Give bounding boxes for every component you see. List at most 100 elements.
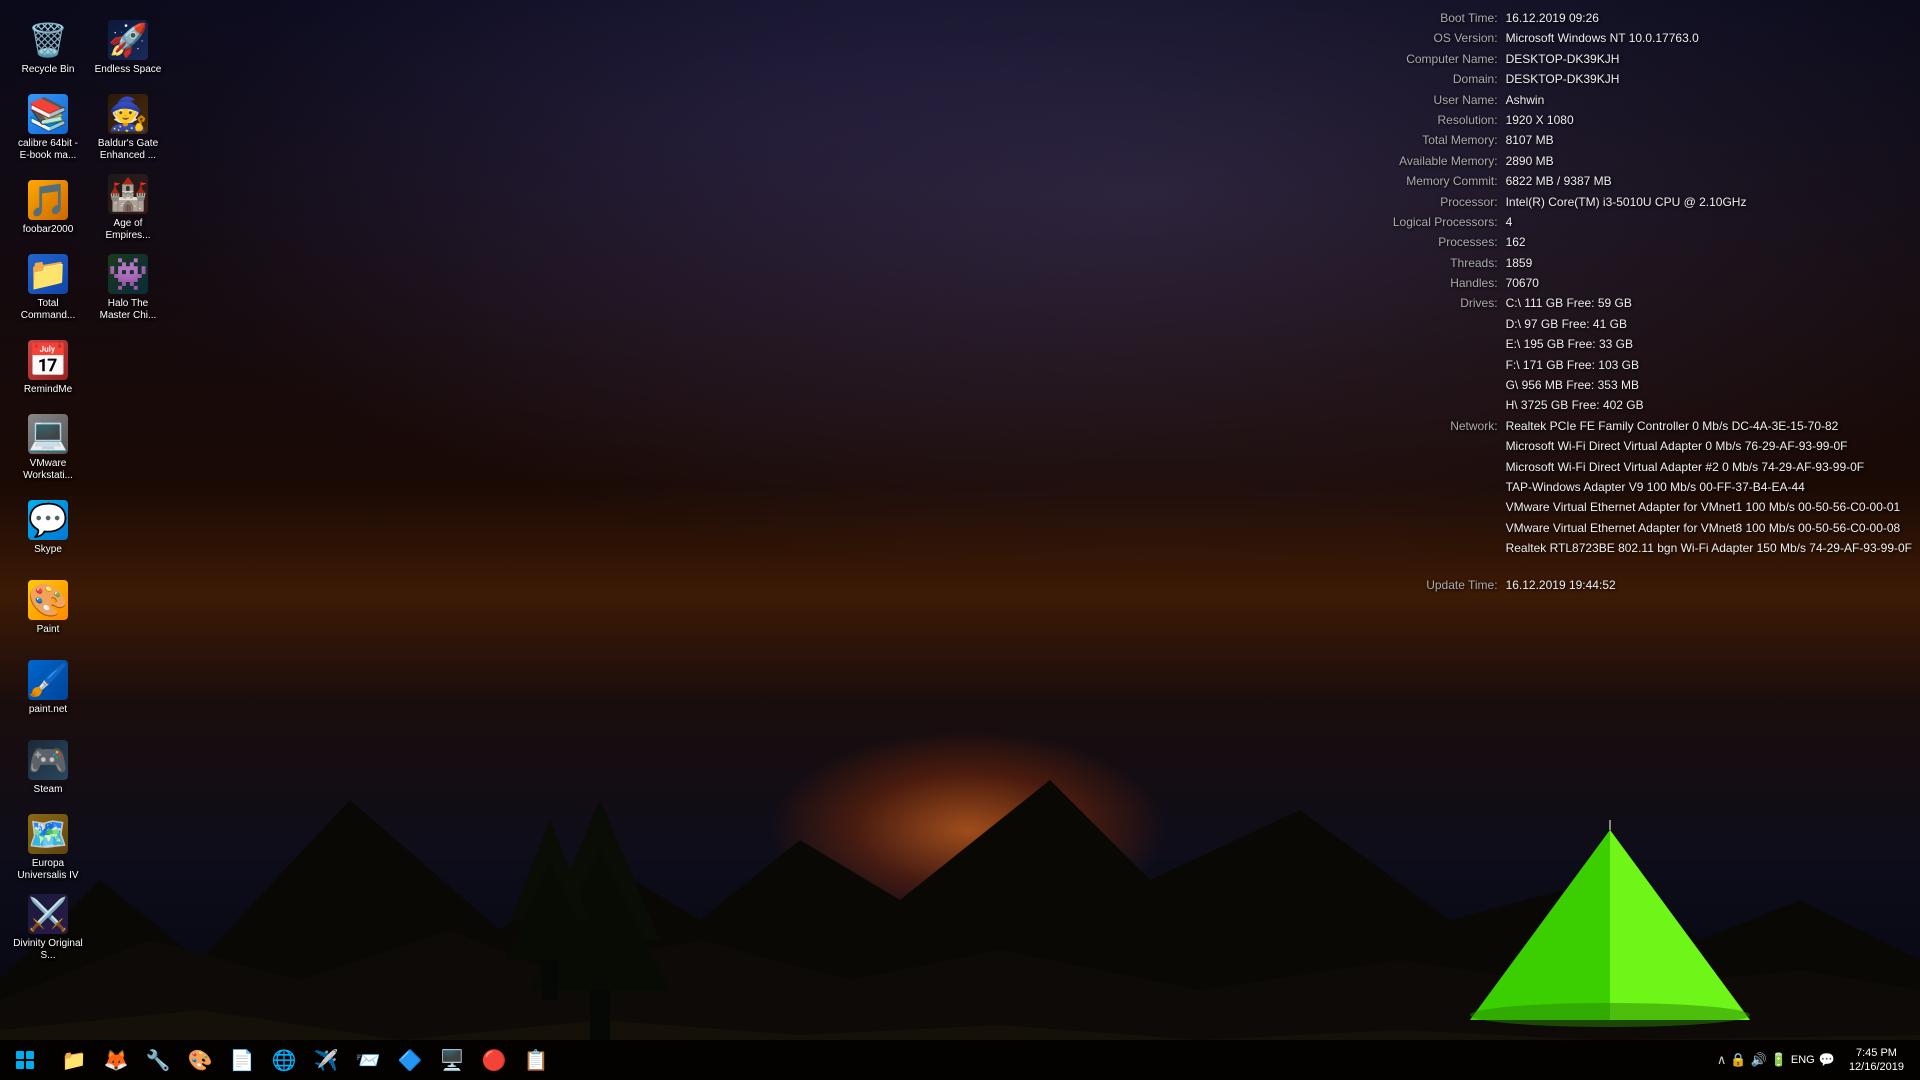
desktop-icon-europa-universalis[interactable]: 🗺️ Europa Universalis IV <box>8 808 88 888</box>
boot-time-label: Boot Time: <box>1328 8 1498 28</box>
domain-label: Domain: <box>1328 69 1498 89</box>
tray-language[interactable]: ENG <box>1791 1054 1815 1066</box>
desktop-icon-baldurs-gate[interactable]: 🧙 Baldur's Gate Enhanced ... <box>88 88 168 168</box>
desktop-icon-steam[interactable]: 🎮 Steam <box>8 728 88 808</box>
taskbar-tools[interactable]: 🔧 <box>138 1040 178 1080</box>
resolution-label: Resolution: <box>1328 110 1498 130</box>
network-entry: VMware Virtual Ethernet Adapter for VMne… <box>1506 497 1912 517</box>
icon-image-vmware: 💻 <box>28 414 68 454</box>
update-time-label: Update Time: <box>1328 575 1498 595</box>
start-button[interactable] <box>0 1040 50 1080</box>
os-version-value: Microsoft Windows NT 10.0.17763.0 <box>1506 28 1699 48</box>
icon-image-total-commander: 📁 <box>28 254 68 294</box>
update-time-value: 16.12.2019 19:44:52 <box>1506 575 1616 595</box>
tray-notifications[interactable]: 💬 <box>1819 1052 1835 1068</box>
desktop-icon-endless-space[interactable]: 🚀 Endless Space <box>88 8 168 88</box>
icon-label-paint: Paint <box>37 624 60 636</box>
icon-label-foobar2000: foobar2000 <box>23 224 74 236</box>
desktop-icon-halo[interactable]: 👾 Halo The Master Chi... <box>88 248 168 328</box>
drive-entry: F:\ 171 GB Free: 103 GB <box>1506 355 1644 375</box>
icon-label-baldurs-gate: Baldur's Gate Enhanced ... <box>92 138 164 162</box>
desktop-icons: 🗑️ Recycle Bin 📚 calibre 64bit - E-book … <box>0 0 176 1040</box>
icon-label-remindme: RemindMe <box>24 384 72 396</box>
tray-battery[interactable]: 🔋 <box>1771 1052 1787 1068</box>
desktop-icon-skype[interactable]: 💬 Skype <box>8 488 88 568</box>
network-label: Network: <box>1328 416 1498 559</box>
desktop-icon-age-of-empires[interactable]: 🏰 Age of Empires... <box>88 168 168 248</box>
taskbar-firefox[interactable]: 🦊 <box>96 1040 136 1080</box>
desktop-icon-divinity-original[interactable]: ⚔️ Divinity Original S... <box>8 888 88 968</box>
desktop: 🗑️ Recycle Bin 📚 calibre 64bit - E-book … <box>0 0 1920 1080</box>
taskbar-word[interactable]: 📄 <box>222 1040 262 1080</box>
icon-label-recycle-bin: Recycle Bin <box>22 64 75 76</box>
icon-image-paintnet: 🖌️ <box>28 660 68 700</box>
drive-entry: G\ 956 MB Free: 353 MB <box>1506 375 1644 395</box>
tree-silhouettes <box>500 790 700 1040</box>
handles-value: 70670 <box>1506 273 1539 293</box>
taskbar-icons: 📁 🦊 🔧 🎨 📄 🌐 ✈️ 📨 🔷 🖥️ 🔴 📋 <box>50 1040 560 1080</box>
taskbar-mail[interactable]: 📨 <box>348 1040 388 1080</box>
network-entry: Microsoft Wi-Fi Direct Virtual Adapter #… <box>1506 457 1912 477</box>
drive-entry: D:\ 97 GB Free: 41 GB <box>1506 314 1644 334</box>
icon-label-total-commander: Total Command... <box>12 298 84 322</box>
memory-commit-label: Memory Commit: <box>1328 171 1498 191</box>
tray-network[interactable]: 🔒 <box>1730 1052 1746 1068</box>
network-entry: Realtek RTL8723BE 802.11 bgn Wi-Fi Adapt… <box>1506 538 1912 558</box>
domain-value: DESKTOP-DK39KJH <box>1506 69 1620 89</box>
taskbar: 📁 🦊 🔧 🎨 📄 🌐 ✈️ 📨 🔷 🖥️ 🔴 📋 ∧ 🔒 🔊 🔋 ENG 💬 <box>0 1040 1920 1080</box>
processor-value: Intel(R) Core(TM) i3-5010U CPU @ 2.10GHz <box>1506 192 1747 212</box>
drives-value: C:\ 111 GB Free: 59 GBD:\ 97 GB Free: 41… <box>1506 293 1644 415</box>
desktop-icon-foobar2000[interactable]: 🎵 foobar2000 <box>8 168 88 248</box>
icon-image-recycle-bin: 🗑️ <box>28 20 68 60</box>
threads-value: 1859 <box>1506 253 1533 273</box>
computer-name-label: Computer Name: <box>1328 49 1498 69</box>
processes-label: Processes: <box>1328 232 1498 252</box>
taskbar-file-explorer[interactable]: 📁 <box>54 1040 94 1080</box>
desktop-icon-recycle-bin[interactable]: 🗑️ Recycle Bin <box>8 8 88 88</box>
icon-image-europa-universalis: 🗺️ <box>28 814 68 854</box>
total-memory-label: Total Memory: <box>1328 130 1498 150</box>
icon-label-europa-universalis: Europa Universalis IV <box>12 858 84 882</box>
desktop-icon-remindme[interactable]: 📅 RemindMe <box>8 328 88 408</box>
tray-chevron[interactable]: ∧ <box>1717 1052 1727 1068</box>
system-tray: ∧ 🔒 🔊 🔋 ENG 💬 <box>1717 1052 1835 1068</box>
taskbar-telegram[interactable]: ✈️ <box>306 1040 346 1080</box>
icon-label-halo: Halo The Master Chi... <box>92 298 164 322</box>
drive-entry: H\ 3725 GB Free: 402 GB <box>1506 395 1644 415</box>
icon-image-age-of-empires: 🏰 <box>108 174 148 214</box>
icon-image-calibre: 📚 <box>28 94 68 134</box>
clock[interactable]: 7:45 PM 12/16/2019 <box>1841 1046 1912 1075</box>
taskbar-screen[interactable]: 🖥️ <box>432 1040 472 1080</box>
desktop-icon-paintnet[interactable]: 🖌️ paint.net <box>8 648 88 728</box>
user-name-label: User Name: <box>1328 90 1498 110</box>
memory-commit-value: 6822 MB / 9387 MB <box>1506 171 1612 191</box>
os-version-label: OS Version: <box>1328 28 1498 48</box>
icon-image-baldurs-gate: 🧙 <box>108 94 148 134</box>
total-memory-value: 8107 MB <box>1506 130 1554 150</box>
taskbar-edge[interactable]: 🌐 <box>264 1040 304 1080</box>
desktop-icon-total-commander[interactable]: 📁 Total Command... <box>8 248 88 328</box>
taskbar-right: ∧ 🔒 🔊 🔋 ENG 💬 7:45 PM 12/16/2019 <box>1717 1046 1920 1075</box>
desktop-icon-calibre[interactable]: 📚 calibre 64bit - E-book ma... <box>8 88 88 168</box>
resolution-value: 1920 X 1080 <box>1506 110 1574 130</box>
taskbar-red-app[interactable]: 🔴 <box>474 1040 514 1080</box>
windows-logo-icon <box>16 1051 34 1069</box>
taskbar-clipboard[interactable]: 📋 <box>516 1040 556 1080</box>
tray-speakers[interactable]: 🔊 <box>1751 1052 1767 1068</box>
desktop-icon-paint[interactable]: 🎨 Paint <box>8 568 88 648</box>
icon-image-divinity-original: ⚔️ <box>28 894 68 934</box>
logical-processors-label: Logical Processors: <box>1328 212 1498 232</box>
system-info-panel: Boot Time: 16.12.2019 09:26 OS Version: … <box>1328 8 1912 595</box>
drive-entry: E:\ 195 GB Free: 33 GB <box>1506 334 1644 354</box>
taskbar-browser[interactable]: 🔷 <box>390 1040 430 1080</box>
tent <box>1450 820 1770 1040</box>
processor-label: Processor: <box>1328 192 1498 212</box>
drives-label: Drives: <box>1328 293 1498 415</box>
desktop-icon-vmware[interactable]: 💻 VMware Workstati... <box>8 408 88 488</box>
taskbar-paint[interactable]: 🎨 <box>180 1040 220 1080</box>
network-entry: Realtek PCIe FE Family Controller 0 Mb/s… <box>1506 416 1912 436</box>
icon-image-remindme: 📅 <box>28 340 68 380</box>
handles-label: Handles: <box>1328 273 1498 293</box>
icon-label-age-of-empires: Age of Empires... <box>92 218 164 242</box>
icon-label-calibre: calibre 64bit - E-book ma... <box>12 138 84 162</box>
